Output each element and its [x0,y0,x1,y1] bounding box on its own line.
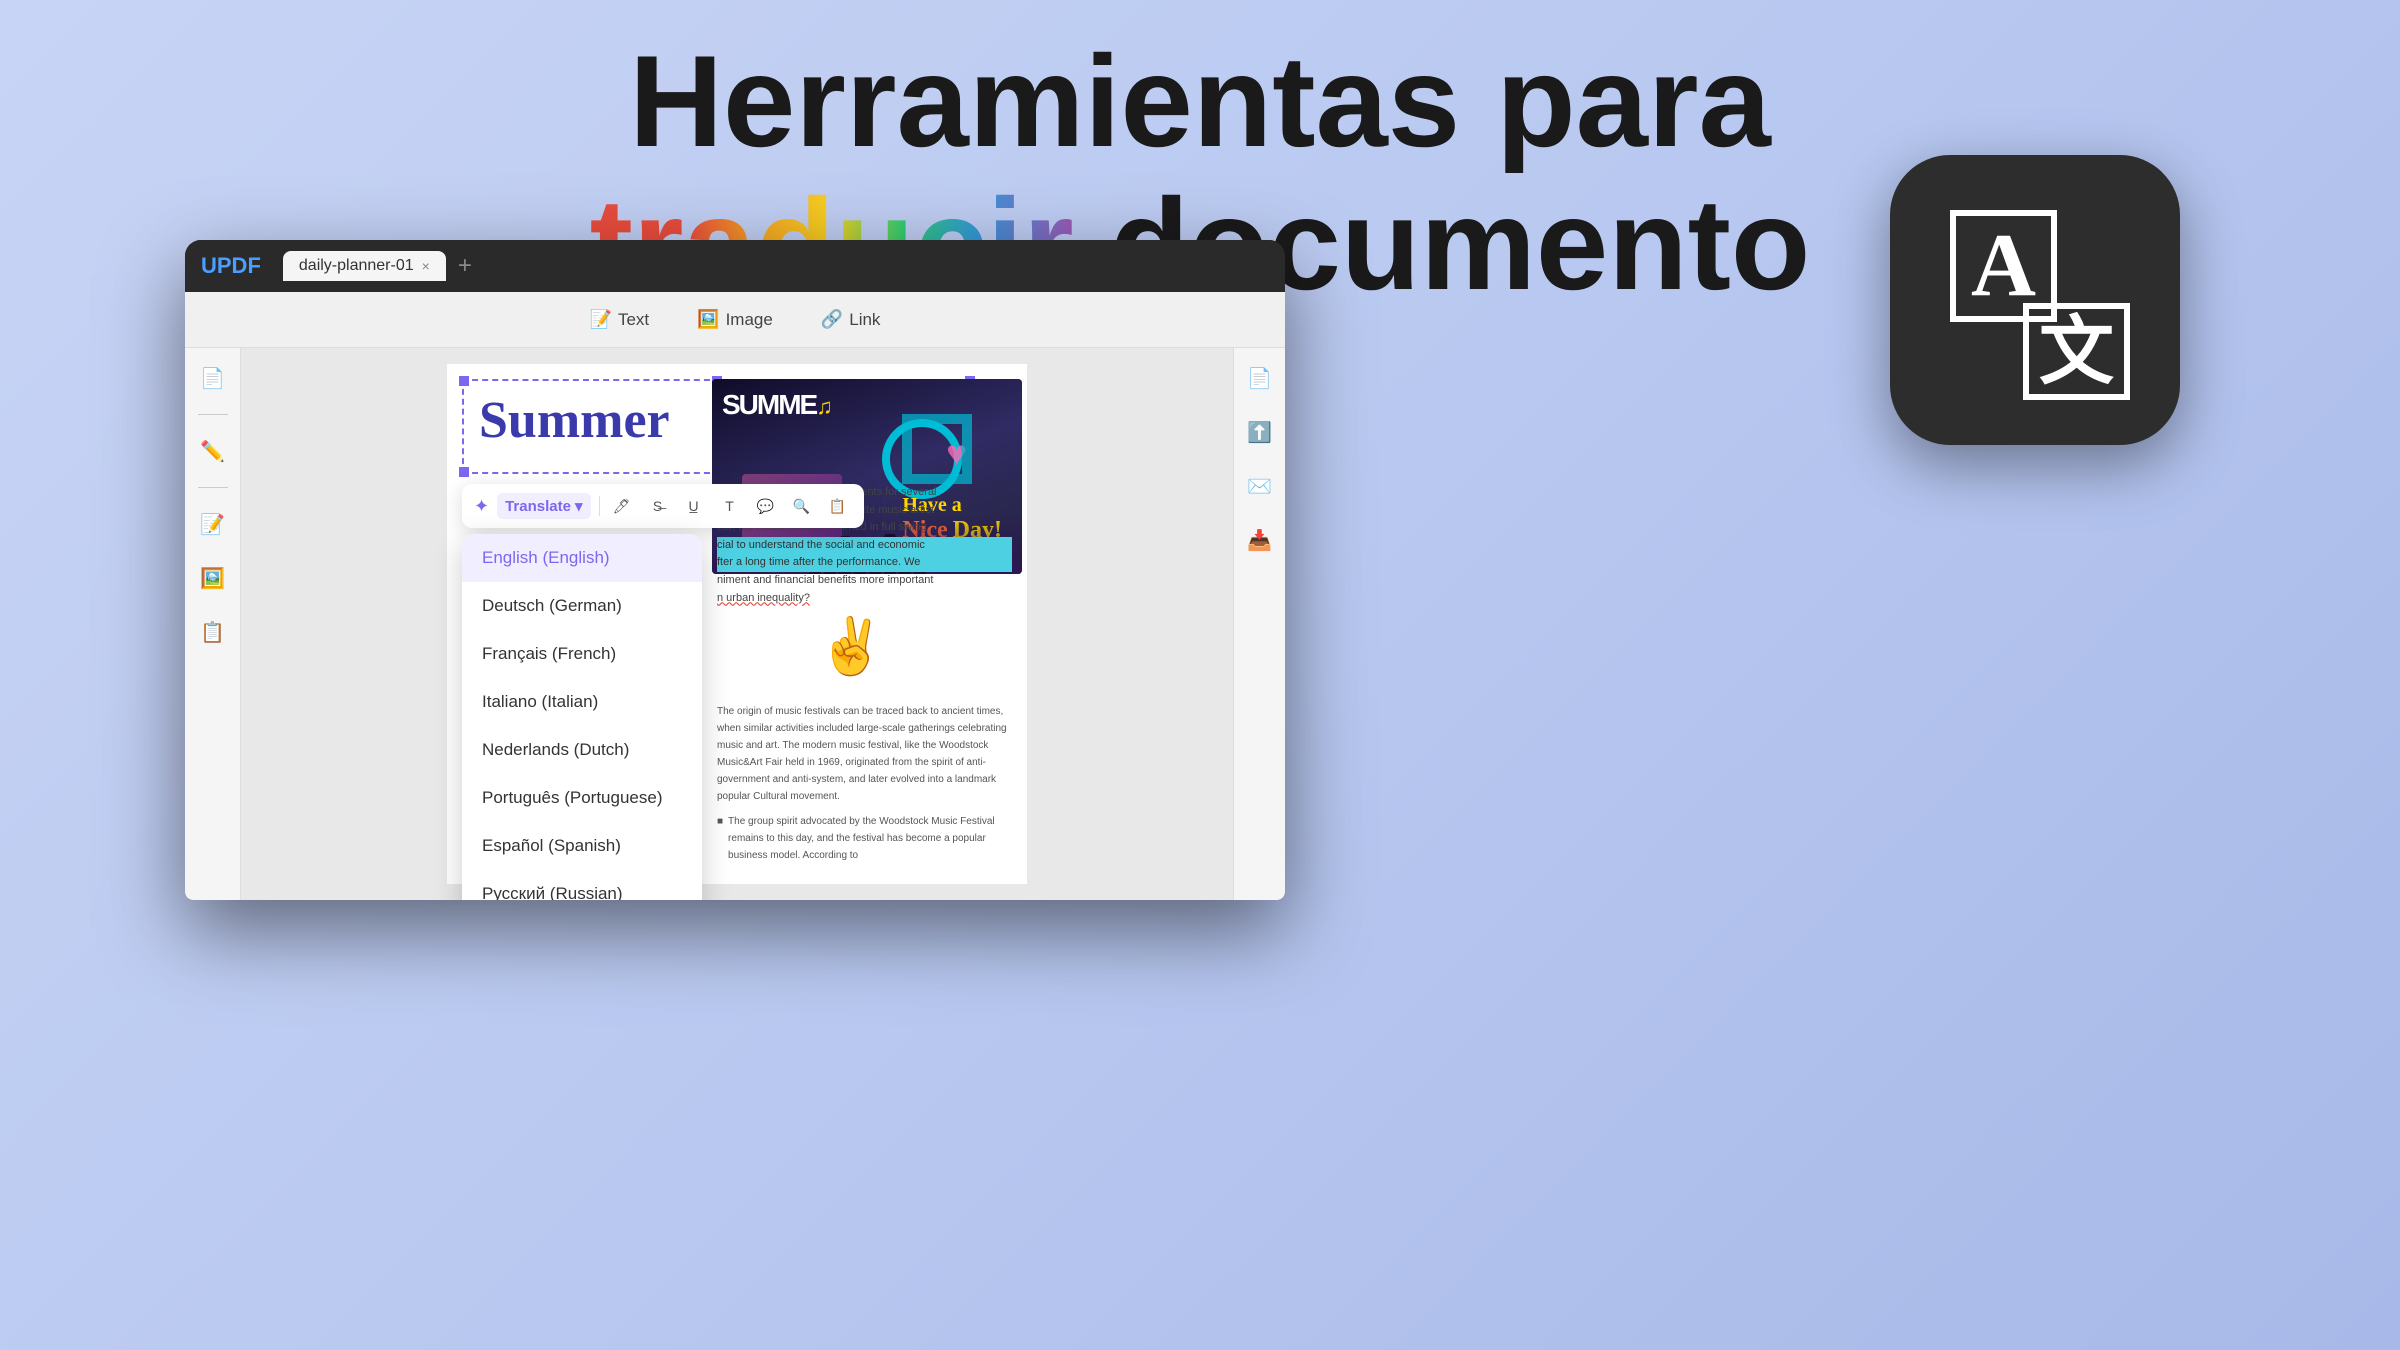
translate-label: Translate [505,498,571,515]
lang-item-portuguese[interactable]: Português (Portuguese) [462,774,702,822]
editor-toolbar: 📝 Text 🖼️ Image 🔗 Link [185,292,1285,348]
graffiti-text: SUMME♫ [722,389,831,421]
image-tool-label: Image [726,310,773,330]
translate-toolbar-icon: ✦ [474,496,489,517]
sidebar-divider-1 [198,414,228,415]
image-tool-icon: 🖼️ [697,309,719,330]
lang-item-dutch[interactable]: Nederlands (Dutch) [462,726,702,774]
tab-close-button[interactable]: × [422,258,430,274]
hero-line1: Herramientas para [0,30,2400,173]
tab-area: daily-planner-01 × + [283,248,480,284]
tab-label: daily-planner-01 [299,257,414,275]
bottom-paragraph: The origin of music festivals can be tra… [717,703,1012,805]
right-sidebar-save-icon[interactable]: 📄 [1242,360,1278,396]
sidebar-divider-2 [198,487,228,488]
right-sidebar-email-icon[interactable]: ✉️ [1242,468,1278,504]
right-sidebar-download-icon[interactable]: 📥 [1242,522,1278,558]
text-tool-button[interactable]: 📝 Text [578,303,662,336]
highlight-tool-icon[interactable]: 🖊 [608,492,636,520]
app-logo: UPDF [201,253,261,279]
pdf-area: Summer ✦ Translate ▾ 🖊 S̶ U̲ T 💬 🔍 [241,348,1233,900]
link-tool-label: Link [849,310,880,330]
sidebar-edit-icon[interactable]: ✏️ [195,433,231,469]
new-tab-button[interactable]: + [450,248,480,284]
sidebar-annotate-icon[interactable]: 📝 [195,506,231,542]
title-bar: UPDF daily-planner-01 × + [185,240,1285,292]
handle-bl[interactable] [459,467,469,477]
strikethrough-tool-icon[interactable]: S̶ [644,492,672,520]
text-tool-icon: 📝 [590,309,612,330]
pdf-bottom-section: The origin of music festivals can be tra… [717,703,1012,864]
language-dropdown: English (English) Deutsch (German) Franç… [462,534,702,900]
bullet-text: The group spirit advocated by the Woodst… [728,813,1012,864]
app-window: UPDF daily-planner-01 × + 📝 Text 🖼️ Imag… [185,240,1285,900]
left-sidebar: 📄 ✏️ 📝 🖼️ 📋 [185,348,241,900]
translate-badge-inner: A 文 [1935,200,2135,400]
active-tab[interactable]: daily-planner-01 × [283,251,446,281]
teal-circle [902,414,972,484]
body-highlighted-2: fter a long time after the performance. … [717,554,1012,572]
lang-item-russian[interactable]: Русский (Russian) [462,870,702,900]
handle-tl[interactable] [459,376,469,386]
translate-button[interactable]: Translate ▾ [497,493,590,519]
sidebar-clipboard-icon[interactable]: 📋 [195,614,231,650]
body-line5: niment and financial benefits more impor… [717,572,1012,590]
translate-dropdown-arrow: ▾ [575,497,583,515]
bottom-bullet: ■ The group spirit advocated by the Wood… [717,813,1012,864]
body-highlighted-1: cial to understand the social and econom… [717,537,1012,555]
lang-item-spanish[interactable]: Español (Spanish) [462,822,702,870]
toolbar-sep-1 [599,496,600,516]
body-line6: n urban inequality? [717,590,1012,608]
content-area: 📄 ✏️ 📝 🖼️ 📋 Summer [185,348,1285,900]
app-name: UPDF [201,253,261,279]
image-tool-button[interactable]: 🖼️ Image [685,303,785,336]
bullet-marker: ■ [717,813,723,864]
sidebar-image-icon[interactable]: 🖼️ [195,560,231,596]
lang-item-english[interactable]: English (English) [462,534,702,582]
sidebar-pages-icon[interactable]: 📄 [195,360,231,396]
text-tool-label: Text [618,310,649,330]
link-tool-button[interactable]: 🔗 Link [809,303,893,336]
search-tool-icon[interactable]: 🔍 [788,492,816,520]
copy-tool-icon[interactable]: 📋 [824,492,852,520]
right-sidebar: 📄 ⬆️ ✉️ 📥 [1233,348,1285,900]
letter-zh-icon: 文 [2023,303,2130,400]
translate-badge: A 文 [1890,155,2180,445]
link-tool-icon: 🔗 [821,309,843,330]
lang-item-german[interactable]: Deutsch (German) [462,582,702,630]
font-tool-icon[interactable]: T [716,492,744,520]
underline-tool-icon[interactable]: U̲ [680,492,708,520]
peace-emoji: ✌️ [817,614,885,679]
lang-item-french[interactable]: Français (French) [462,630,702,678]
right-sidebar-share-icon[interactable]: ⬆️ [1242,414,1278,450]
comment-tool-icon[interactable]: 💬 [752,492,780,520]
translate-toolbar: ✦ Translate ▾ 🖊 S̶ U̲ T 💬 🔍 📋 [462,484,864,528]
pdf-page: Summer ✦ Translate ▾ 🖊 S̶ U̲ T 💬 🔍 [447,364,1027,884]
lang-item-italian[interactable]: Italiano (Italian) [462,678,702,726]
